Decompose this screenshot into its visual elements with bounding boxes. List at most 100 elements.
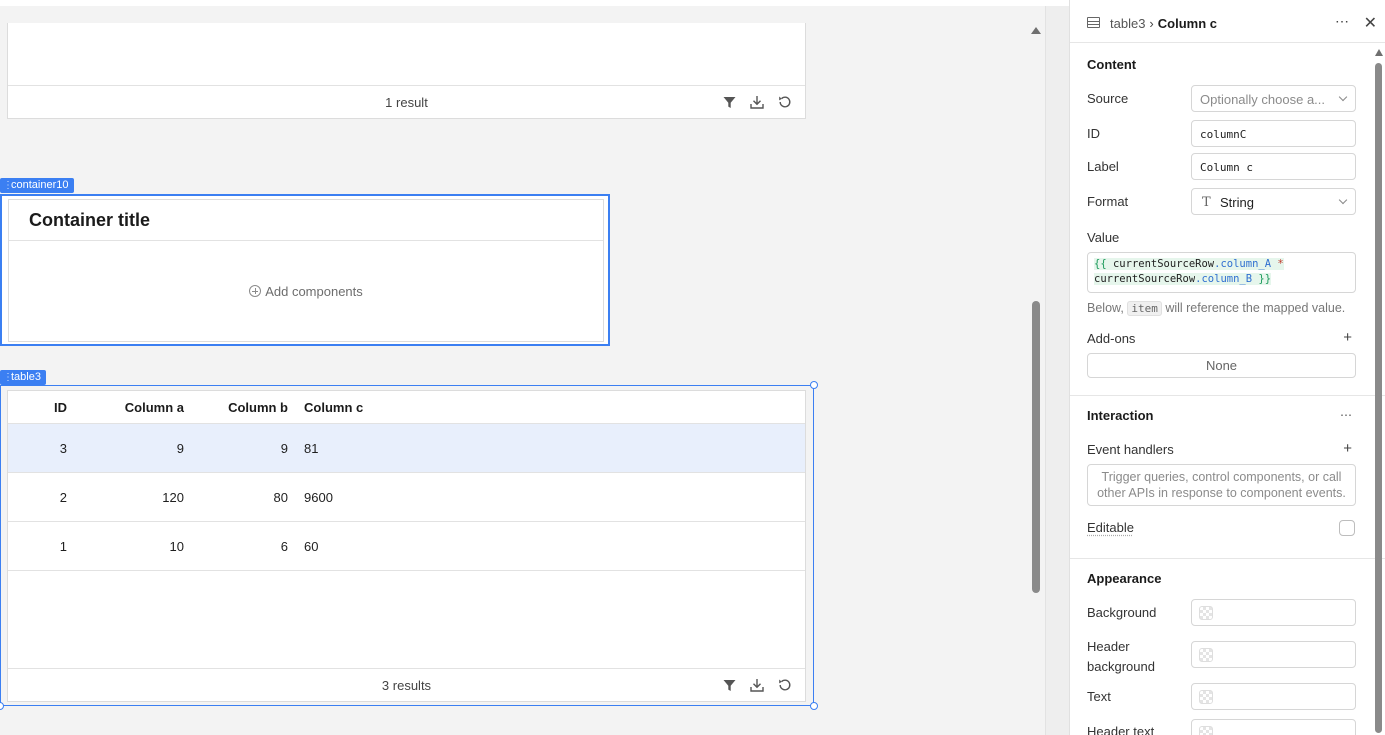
canvas-scrollbar[interactable] <box>1029 25 1043 735</box>
chevron-down-icon <box>1338 92 1348 102</box>
scroll-thumb[interactable] <box>1032 301 1040 593</box>
cell-c: 9600 <box>304 490 333 505</box>
resize-handle-tr[interactable] <box>810 381 818 389</box>
breadcrumb-separator: › <box>1149 16 1154 31</box>
value-code-editor[interactable]: {{ currentSourceRow.column_A * currentSo… <box>1087 252 1356 293</box>
id-input[interactable]: columnC <box>1191 120 1356 147</box>
chevron-down-icon <box>1338 195 1348 205</box>
add-components-button[interactable]: Add components <box>9 284 603 299</box>
download-icon[interactable] <box>749 94 765 110</box>
cell-c: 81 <box>304 441 319 456</box>
header-text-color-input[interactable] <box>1191 719 1356 735</box>
inspector-panel: table3 › Column c ⋯ ✕ Content Source Optio… <box>1069 0 1385 735</box>
column-header-id[interactable]: ID <box>28 400 67 415</box>
label-input[interactable]: Column c <box>1191 153 1356 180</box>
table-footer: 1 result <box>8 85 805 118</box>
top-table[interactable]: 1 result <box>7 23 806 119</box>
table-icon <box>1087 17 1100 28</box>
transparent-swatch-icon <box>1199 648 1213 662</box>
container10-tag[interactable]: container10 <box>0 178 74 193</box>
column-header-c[interactable]: Column c <box>304 400 363 415</box>
header-background-label: Header background <box>1087 639 1155 674</box>
content-section-title[interactable]: Content <box>1087 57 1136 72</box>
filter-icon[interactable] <box>721 677 737 693</box>
close-icon[interactable]: ✕ <box>1364 13 1377 33</box>
id-label: ID <box>1087 126 1100 141</box>
addons-none[interactable]: None <box>1087 353 1356 378</box>
scroll-up-arrow-icon[interactable] <box>1031 27 1041 34</box>
cell-c: 60 <box>304 539 319 554</box>
cell-b: 6 <box>280 539 288 554</box>
cell-b: 80 <box>273 490 288 505</box>
add-event-handler-icon[interactable]: + <box>1343 440 1352 457</box>
table-header: ID Column a Column b Column c <box>8 391 805 424</box>
scroll-up-arrow-icon[interactable] <box>1375 49 1383 56</box>
resize-handle-bl[interactable] <box>0 702 4 710</box>
cell-id: 3 <box>59 441 67 456</box>
code-open-brace: {{ <box>1094 258 1107 270</box>
mapped-value-hint: Below, item will reference the mapped va… <box>1087 301 1346 316</box>
container10[interactable]: Container title Add components <box>0 194 610 346</box>
table-row[interactable]: 3 9 9 81 <box>8 424 805 473</box>
refresh-icon[interactable] <box>777 94 793 110</box>
container-title[interactable]: Container title <box>29 210 150 231</box>
text-color-input[interactable] <box>1191 683 1356 710</box>
code-property: .column_A <box>1214 258 1272 270</box>
interaction-more-icon[interactable]: ⋯ <box>1340 408 1352 422</box>
cell-id: 1 <box>59 539 67 554</box>
source-select[interactable]: Optionally choose a... <box>1191 85 1356 112</box>
header-text-color-label: Header text <box>1087 724 1155 735</box>
format-value: String <box>1220 195 1254 210</box>
more-options-icon[interactable]: ⋯ <box>1335 13 1349 30</box>
panel-header: table3 › Column c ⋯ ✕ <box>1070 0 1385 43</box>
breadcrumb-parent[interactable]: table3 <box>1110 16 1145 31</box>
editable-label: Editable <box>1087 520 1134 535</box>
value-label: Value <box>1087 230 1120 245</box>
transparent-swatch-icon <box>1199 726 1213 735</box>
item-code: item <box>1127 301 1162 316</box>
source-placeholder: Optionally choose a... <box>1200 92 1326 107</box>
background-color-input[interactable] <box>1191 599 1356 626</box>
text-color-label: Text <box>1087 689 1111 704</box>
interaction-section-title[interactable]: Interaction <box>1087 408 1153 423</box>
header-background-color-input[interactable] <box>1191 641 1356 668</box>
column-header-b[interactable]: Column b <box>208 400 288 415</box>
table3-tag[interactable]: table3 <box>0 370 46 385</box>
editable-checkbox[interactable] <box>1339 520 1355 536</box>
column-header-a[interactable]: Column a <box>104 400 184 415</box>
refresh-icon[interactable] <box>777 677 793 693</box>
label-value: Column c <box>1200 161 1253 174</box>
table3[interactable]: ID Column a Column b Column c 3 9 9 81 2… <box>7 390 806 702</box>
table-row[interactable]: 1 10 6 60 <box>8 522 805 571</box>
panel-gutter <box>1045 6 1069 735</box>
cell-b: 9 <box>280 441 288 456</box>
cell-a: 10 <box>169 539 184 554</box>
code-object: currentSourceRow <box>1094 273 1196 285</box>
table-footer: 3 results <box>8 668 805 701</box>
result-count: 3 results <box>381 678 432 693</box>
format-select[interactable]: T String <box>1191 188 1356 215</box>
background-label: Background <box>1087 605 1157 620</box>
container-divider <box>9 240 603 241</box>
add-circle-icon <box>249 285 262 297</box>
text-format-icon: T <box>1202 195 1211 210</box>
add-addon-icon[interactable]: + <box>1343 329 1352 346</box>
section-divider <box>1070 395 1385 396</box>
breadcrumb-current: Column c <box>1157 16 1217 31</box>
appearance-section-title[interactable]: Appearance <box>1087 571 1161 586</box>
event-handlers-empty[interactable]: Trigger queries, control components, or … <box>1087 464 1356 506</box>
download-icon[interactable] <box>749 677 765 693</box>
resize-handle-br[interactable] <box>810 702 818 710</box>
breadcrumb: table3 › Column c <box>1110 16 1217 31</box>
cell-a: 9 <box>176 441 184 456</box>
table-row[interactable]: 2 120 80 9600 <box>8 473 805 522</box>
filter-icon[interactable] <box>721 94 737 110</box>
cell-a: 120 <box>162 490 184 505</box>
event-handlers-label: Event handlers <box>1087 442 1174 457</box>
add-components-label: Add components <box>265 284 363 299</box>
panel-scrollbar[interactable] <box>1373 43 1385 735</box>
label-label: Label <box>1087 159 1119 174</box>
cell-id: 2 <box>59 490 67 505</box>
code-operator: * <box>1277 258 1284 270</box>
scroll-thumb[interactable] <box>1375 63 1382 733</box>
